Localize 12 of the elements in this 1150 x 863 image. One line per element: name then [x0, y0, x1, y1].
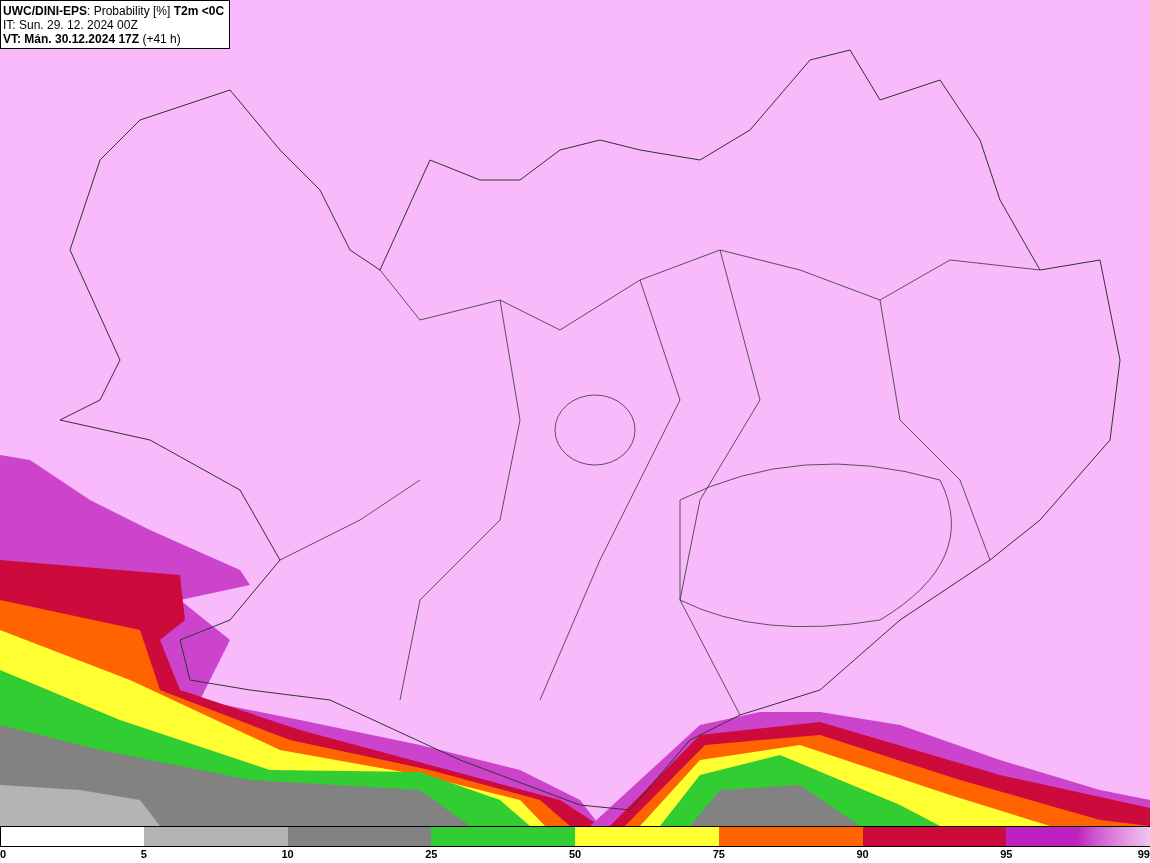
legend-label: 5	[140, 847, 147, 862]
legend-label: 10	[281, 847, 294, 862]
header-text: VT: Mán. 30.12.2024 17Z (+41 h)	[3, 32, 182, 46]
legend-label: 75	[712, 847, 725, 862]
legend-label: 25	[425, 847, 438, 862]
legend-label: 95	[1000, 847, 1013, 862]
legend-label: 99	[1137, 847, 1150, 862]
legend-label: 50	[568, 847, 582, 862]
header-text: IT: Sun. 29. 12. 2024 00Z	[3, 18, 139, 32]
header-text: UWC/DINI-EPS: Probability [%] T2m <0C	[3, 4, 225, 18]
legend-label: 0	[0, 847, 7, 862]
legend-label: 90	[856, 847, 869, 862]
